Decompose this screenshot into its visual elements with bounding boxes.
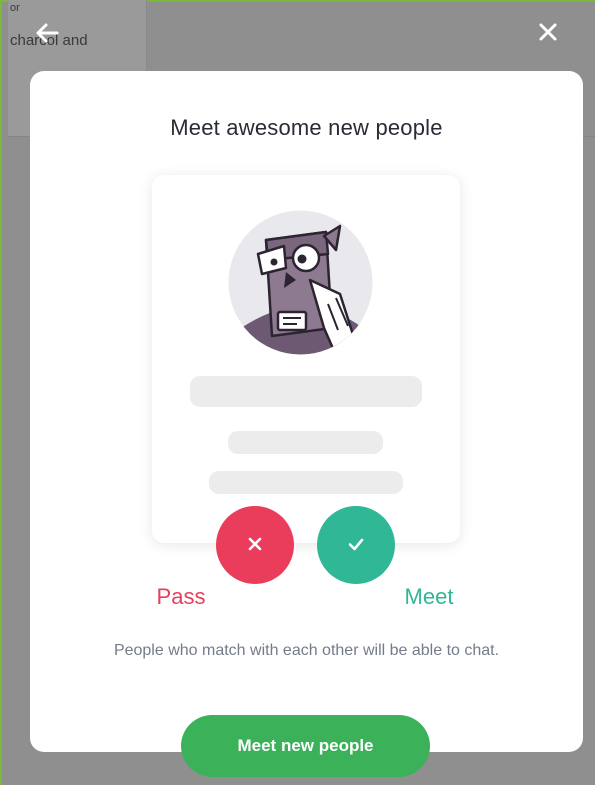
meet-button[interactable] [317,506,395,584]
window-edge-left [0,0,2,785]
arrow-left-icon[interactable] [32,18,62,48]
x-icon [244,533,266,558]
close-icon[interactable] [534,18,562,46]
profile-card [152,175,460,543]
modal-title: Meet awesome new people [170,115,443,140]
meet-people-modal: Meet awesome new people Pass Meet People… [30,71,583,752]
skeleton-name-line [190,376,422,407]
owl-avatar-icon [228,210,373,355]
background-text-top: or [10,2,20,14]
match-description: People who match with each other will be… [113,642,500,659]
check-icon [344,532,368,559]
screen: or charcol and Meet awesome new people P… [0,0,595,785]
meet-new-people-button[interactable]: Meet new people [181,715,430,777]
pass-button[interactable] [216,506,294,584]
skeleton-detail-line [209,471,403,494]
pass-label: Pass [156,584,206,609]
meet-label: Meet [404,584,454,609]
skeleton-detail-line [228,431,383,454]
